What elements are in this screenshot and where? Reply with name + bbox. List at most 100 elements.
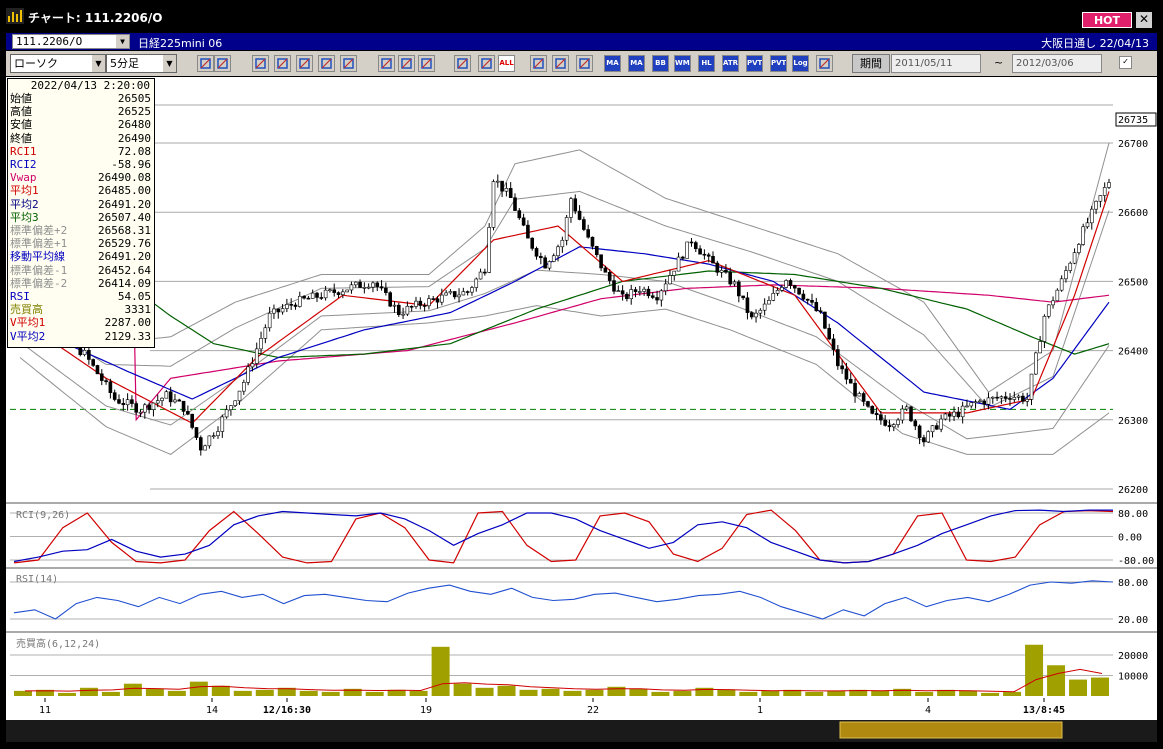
info-label: 平均3 (10, 210, 39, 224)
candle-body (827, 327, 832, 340)
candle-body (396, 304, 401, 316)
candle-body (405, 305, 410, 315)
panel-title: RSI(14) (16, 574, 58, 585)
candle-body (345, 289, 349, 293)
candle-body (513, 197, 517, 211)
candle-body (840, 365, 844, 370)
candle-body (267, 312, 272, 329)
candle-body (276, 308, 281, 313)
candle-body (719, 269, 724, 273)
chart-svg[interactable]: 2620026300264002650026600267002673511 14 1… (0, 0, 1163, 749)
candle-body (392, 304, 397, 307)
y-tick-label: 80.00 (1118, 578, 1148, 589)
info-row: V平均1 2287.00 (10, 316, 151, 329)
volume-bar (79, 687, 98, 696)
candle-body (685, 241, 689, 259)
candle-body (530, 237, 535, 249)
info-label: 標準偏差+2 (10, 224, 68, 237)
candle-body (913, 420, 918, 427)
info-row: 標準偏差+2 26568.31 (10, 224, 151, 237)
candle-body (560, 239, 565, 248)
y-tick-label: 20.00 (1118, 615, 1148, 626)
candle-body (784, 280, 788, 288)
candle-body (831, 338, 836, 350)
candle-body (616, 290, 621, 292)
candle-body (543, 257, 547, 269)
candle-body (556, 246, 560, 257)
candle-body (749, 312, 754, 318)
info-value: -58.96 (111, 158, 151, 171)
candle-body (186, 411, 190, 415)
candle-body (332, 289, 337, 293)
volume-bar (761, 690, 780, 696)
candle-body (242, 382, 246, 392)
candle-body (775, 290, 780, 294)
candle-body (926, 431, 931, 443)
x-tick-label: 13/8:45 (1023, 705, 1065, 716)
candle-body (780, 287, 784, 291)
candle-body (1064, 270, 1068, 280)
candle-body (254, 348, 259, 364)
volume-bar (167, 690, 186, 696)
candle-body (547, 261, 552, 269)
y-tick-label: 0.00 (1118, 533, 1142, 544)
candle-body (956, 411, 961, 418)
volume-bar (101, 691, 120, 696)
volume-bar (211, 685, 230, 696)
candle-body (672, 270, 677, 276)
panel-title: 売買高(6,12,24) (16, 637, 100, 650)
x-tick-label: 19 (420, 705, 432, 716)
candle-body (1008, 398, 1012, 400)
candle-body (250, 363, 255, 368)
candle-body (388, 292, 392, 307)
volume-bar (233, 690, 252, 696)
candle-body (220, 416, 225, 432)
candle-body (551, 255, 556, 262)
candle-body (310, 292, 315, 299)
candle-body (1107, 182, 1111, 188)
candle-body (117, 399, 121, 404)
candle-body (323, 289, 328, 299)
candle-body (900, 408, 905, 421)
candle-body (82, 350, 87, 355)
y-tick-label: 26300 (1118, 416, 1148, 427)
candle-body (728, 271, 733, 285)
info-value: 26480 (117, 118, 151, 132)
candle-body (564, 217, 569, 241)
candle-body (336, 292, 341, 295)
y-tick-label: 26500 (1118, 277, 1148, 288)
candle-body (986, 397, 991, 405)
candle-body (982, 400, 986, 405)
volume-average-line (24, 668, 1103, 693)
candle-body (1012, 397, 1017, 400)
candle-body (788, 280, 793, 286)
scroll-thumb[interactable] (839, 721, 1063, 739)
candle-body (521, 217, 526, 226)
candle-body (1042, 315, 1047, 342)
candle-body (702, 253, 707, 256)
volume-bar (497, 685, 516, 696)
info-label: RSI (10, 290, 30, 303)
candle-body (259, 338, 263, 350)
candle-body (431, 298, 436, 300)
info-label: 移動平均線 (10, 250, 65, 264)
info-value: 26568.31 (98, 224, 151, 237)
candle-body (319, 297, 324, 299)
candle-body (181, 400, 186, 412)
volume-bar (563, 690, 582, 696)
info-value: 26529.76 (98, 237, 151, 251)
x-tick-label: 14 (206, 705, 218, 716)
candle-body (801, 293, 806, 300)
volume-bar (1047, 665, 1066, 696)
candle-body (668, 275, 672, 285)
candle-body (737, 281, 741, 297)
candle-body (95, 365, 100, 375)
candle-body (797, 287, 801, 295)
candle-body (237, 390, 242, 402)
candle-body (504, 188, 509, 192)
candle-body (973, 401, 978, 404)
candle-body (358, 281, 362, 288)
candle-body (857, 393, 862, 397)
candle-body (203, 445, 207, 451)
candle-body (853, 382, 857, 397)
